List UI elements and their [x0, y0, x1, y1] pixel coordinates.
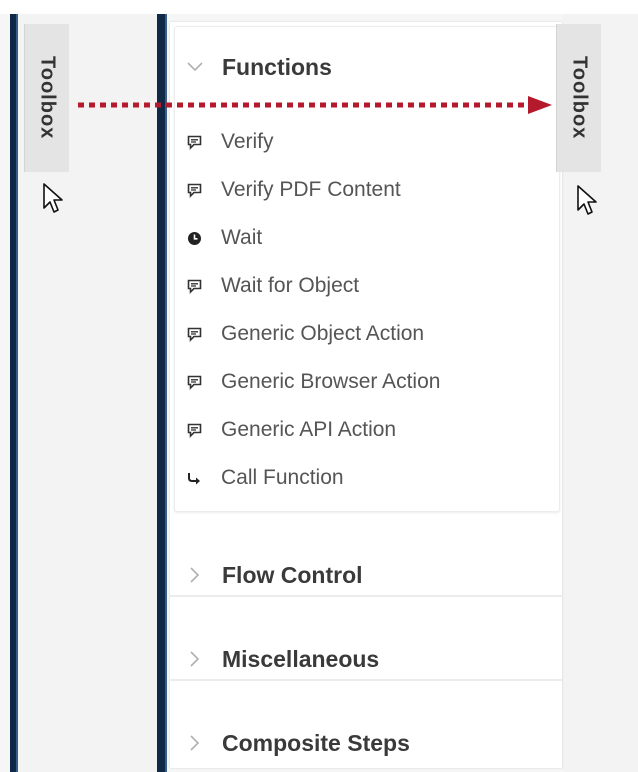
comment-icon	[186, 278, 202, 294]
section-title: Functions	[222, 53, 332, 80]
function-item-label: Wait	[221, 226, 263, 249]
function-item-label: Verify	[221, 130, 274, 153]
function-item-label: Generic Browser Action	[221, 370, 441, 393]
section-divider	[170, 679, 562, 681]
function-item-call-function[interactable]: Call Function	[186, 463, 344, 493]
mouse-pointer-icon	[577, 185, 597, 215]
chevron-right-icon	[186, 734, 204, 752]
comment-icon	[186, 134, 202, 150]
top-strip	[0, 0, 638, 14]
toolbox-tab-docked[interactable]: Toolbox	[556, 24, 601, 172]
comment-icon	[186, 374, 202, 390]
function-item-verify[interactable]: Verify	[186, 127, 274, 157]
function-item-generic-api-action[interactable]: Generic API Action	[186, 415, 396, 445]
pane-splitter-left[interactable]	[10, 14, 18, 772]
function-item-generic-browser-action[interactable]: Generic Browser Action	[186, 367, 440, 397]
pane-splitter-middle[interactable]	[157, 14, 167, 772]
function-item-wait[interactable]: Wait	[186, 223, 262, 253]
comment-icon	[186, 326, 202, 342]
chevron-right-icon	[186, 566, 204, 584]
chevron-right-icon	[186, 650, 204, 668]
functions-header[interactable]: Functions	[170, 47, 562, 87]
function-item-wait-for-object[interactable]: Wait for Object	[186, 271, 359, 301]
toolbox-tab-label: Toolbox	[568, 56, 591, 140]
function-item-label: Wait for Object	[221, 274, 360, 297]
miscellaneous-header[interactable]: Miscellaneous	[170, 639, 562, 679]
function-item-generic-object-action[interactable]: Generic Object Action	[186, 319, 424, 349]
move-arrow-annotation	[78, 96, 552, 114]
clock-icon	[186, 230, 202, 246]
function-item-label: Generic API Action	[221, 418, 397, 441]
section-divider	[170, 595, 562, 597]
flow-control-header[interactable]: Flow Control	[170, 555, 562, 595]
comment-icon	[186, 422, 202, 438]
chevron-down-icon	[186, 58, 204, 76]
section-title: Composite Steps	[222, 729, 410, 756]
mouse-pointer-icon	[43, 183, 63, 213]
section-title: Flow Control	[222, 561, 363, 588]
toolbox-tab-collapsed[interactable]: Toolbox	[24, 24, 69, 172]
toolbox-tab-label: Toolbox	[36, 56, 59, 140]
comment-icon	[186, 182, 202, 198]
function-item-label: Generic Object Action	[221, 322, 425, 345]
section-title: Miscellaneous	[222, 645, 380, 672]
function-item-label: Call Function	[221, 466, 344, 489]
composite-steps-header[interactable]: Composite Steps	[170, 723, 562, 763]
function-item-verify-pdf-content[interactable]: Verify PDF Content	[186, 175, 401, 205]
share-arrow-icon	[186, 470, 202, 486]
function-item-label: Verify PDF Content	[221, 178, 401, 201]
